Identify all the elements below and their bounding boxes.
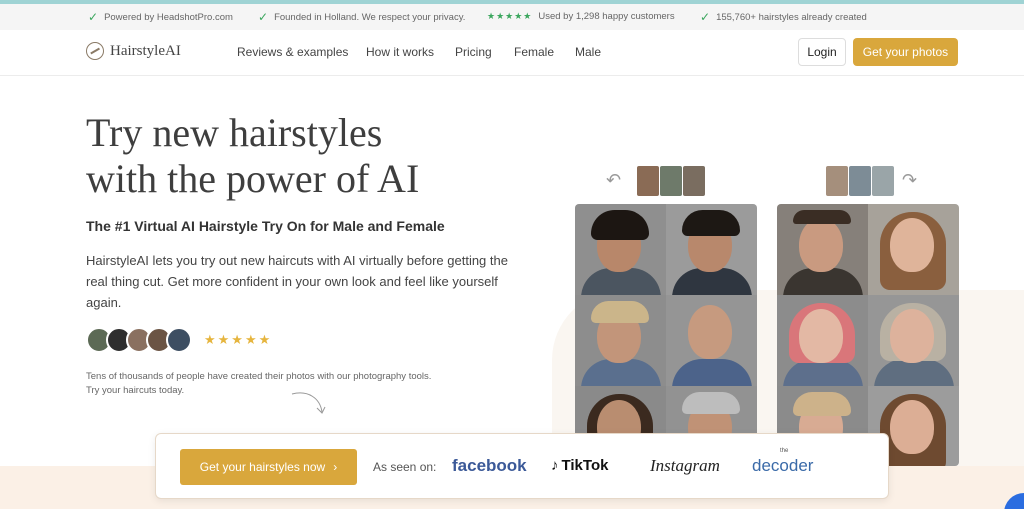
trust-item: ✓ Powered by HeadshotPro.com [88,11,233,23]
female-results-grid [777,204,959,466]
thumbnail [872,166,894,196]
main-nav: HairstyleAI Reviews & examples How it wo… [0,30,1024,76]
thumbnail [637,166,659,196]
trust-text: 155,760+ hairstyles already created [716,11,867,23]
male-results-grid [575,204,757,466]
as-seen-on-label: As seen on: [373,460,437,474]
thumbnail [683,166,705,196]
rating-stars: ★★★★★ [204,332,273,347]
source-thumbnails-female [826,166,894,196]
result-photo [868,295,959,386]
trust-text: Founded in Holland. We respect your priv… [274,11,466,23]
decoder-logo: the decoder [752,448,814,476]
hero-title-line: Try new hairstyles [86,110,383,155]
thumbnail [826,166,848,196]
brand-logo[interactable]: HairstyleAI [86,42,181,60]
decoder-small-text: the [780,448,789,454]
result-photo [666,295,757,386]
result-photo [575,295,666,386]
trust-item: ★★★★★ Used by 1,298 happy customers [487,11,675,22]
trust-item: ✓ Founded in Holland. We respect your pr… [258,11,465,23]
hero-note: Tens of thousands of people have created… [86,371,432,396]
thumbnail [660,166,682,196]
rotate-arrow-icon: ↶ [606,170,622,190]
hero-title: Try new hairstyles with the power of AI [86,110,516,202]
login-button[interactable]: Login [798,38,846,66]
cta-button-label: Get your hairstyles now [199,460,326,474]
hero-title-line: with the power of AI [86,156,420,201]
thumbnail [849,166,871,196]
avatar [166,327,192,353]
cta-bar: Get your hairstyles now › As seen on: fa… [155,433,889,499]
instagram-logo: Instagram [650,456,720,475]
decoder-wordmark: decoder [752,456,814,475]
logo-icon [86,42,104,60]
customer-avatars [86,327,192,353]
nav-link-reviews[interactable]: Reviews & examples [237,45,348,59]
nav-link-female[interactable]: Female [514,45,554,59]
brand-name: HairstyleAI [110,42,181,59]
chevron-right-icon: › [333,460,338,474]
check-icon: ✓ [258,10,269,24]
tiktok-note-icon: ♪ [551,457,559,474]
facebook-logo: facebook [452,456,527,475]
rotate-arrow-icon: ↷ [902,170,918,190]
nav-link-male[interactable]: Male [575,45,601,59]
result-photo [868,204,959,295]
tiktok-logo: ♪ TikTok [551,457,608,474]
hero-description: HairstyleAI lets you try out new haircut… [86,253,508,310]
trust-text: Used by 1,298 happy customers [538,11,675,22]
result-photo [666,204,757,295]
check-icon: ✓ [700,10,711,24]
result-photo [575,204,666,295]
nav-link-pricing[interactable]: Pricing [455,45,492,59]
curved-arrow-icon [291,392,326,414]
get-hairstyles-button[interactable]: Get your hairstyles now › [180,449,357,485]
trust-text: Powered by HeadshotPro.com [104,11,233,23]
rating-stars: ★★★★★ [487,11,533,21]
tiktok-wordmark: TikTok [561,457,609,474]
trust-item: ✓ 155,760+ hairstyles already created [700,11,867,23]
trust-bar: ✓ Powered by HeadshotPro.com ✓ Founded i… [0,4,1024,30]
result-photo [777,204,868,295]
check-icon: ✓ [88,10,99,24]
get-photos-button[interactable]: Get your photos [853,38,958,66]
source-thumbnails-male [637,166,705,196]
result-photo [777,295,868,386]
nav-link-how-it-works[interactable]: How it works [366,45,434,59]
hero-subtitle: The #1 Virtual AI Hairstyle Try On for M… [86,218,445,234]
